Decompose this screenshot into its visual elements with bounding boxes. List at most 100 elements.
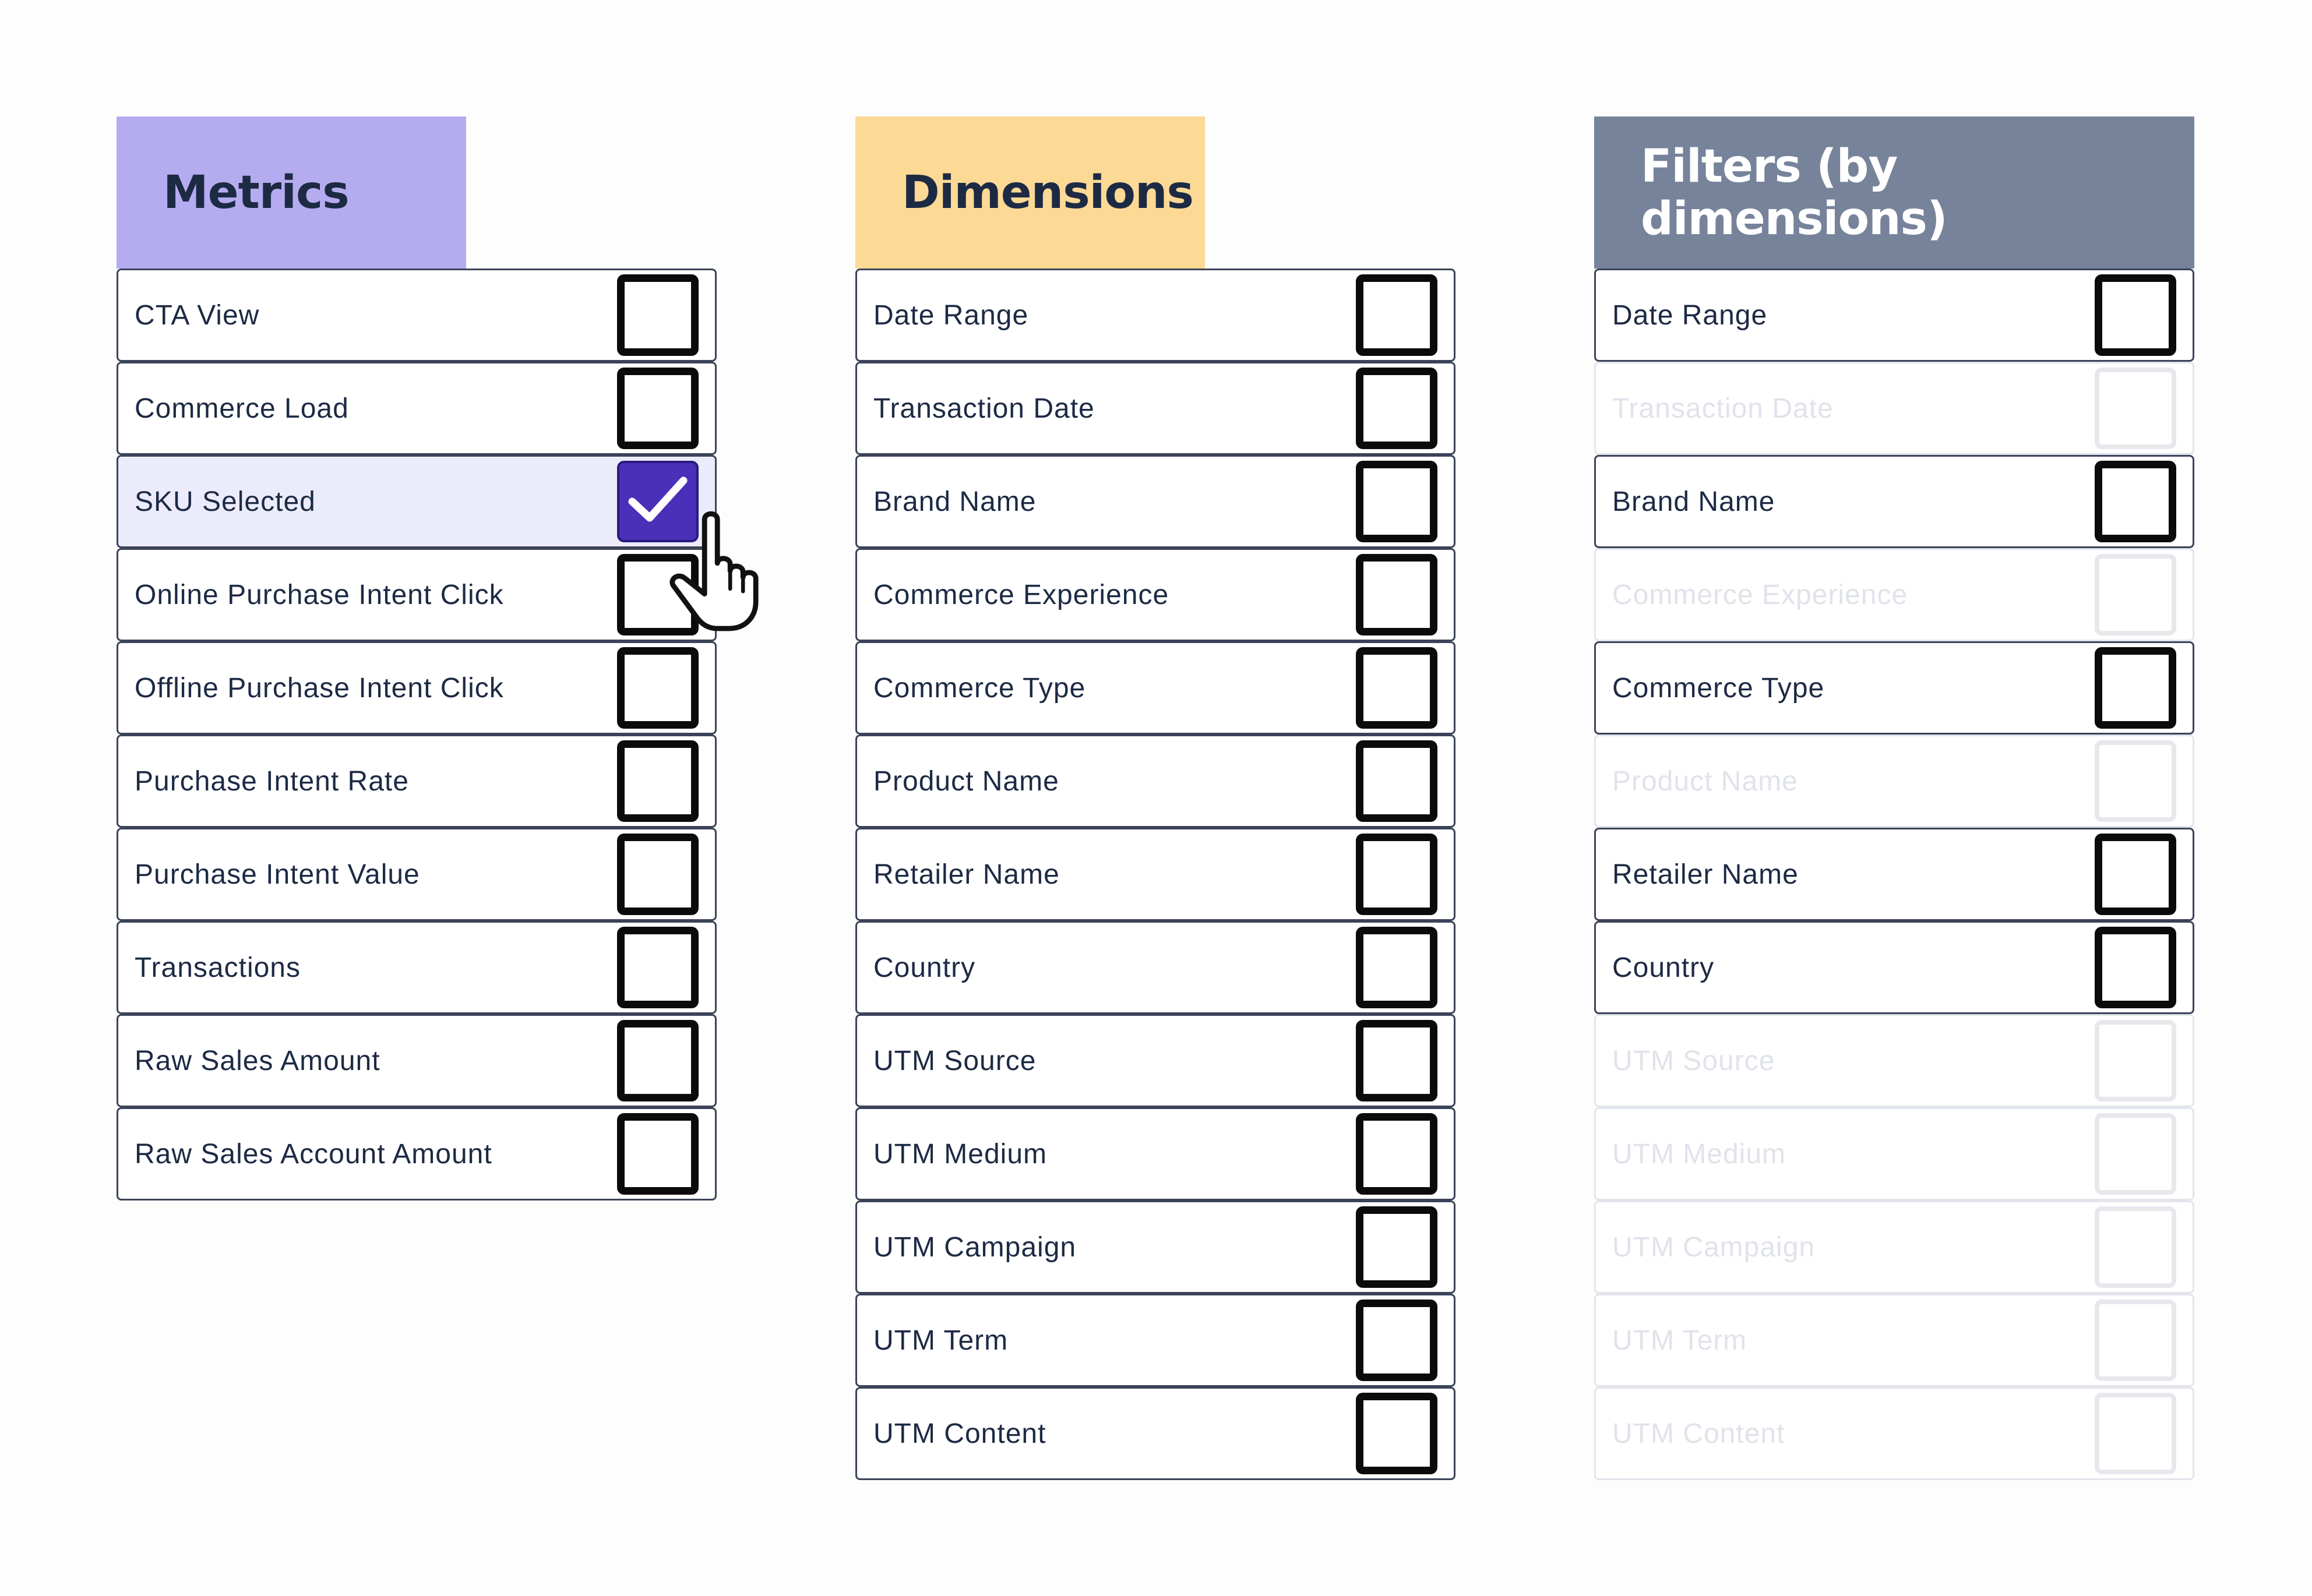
filters-row-label: UTM Source: [1612, 1045, 1775, 1076]
filters-row-country[interactable]: Country: [1594, 921, 2194, 1014]
metrics-row-label: Online Purchase Intent Click: [135, 579, 504, 610]
dimensions-row-utm-source[interactable]: UTM Source: [855, 1014, 1455, 1107]
metrics-checkbox[interactable]: [617, 740, 699, 822]
filters-header: Filters (by dimensions): [1594, 116, 2194, 269]
filters-row-label: UTM Campaign: [1612, 1231, 1816, 1263]
filters-checkbox[interactable]: [2095, 647, 2176, 729]
dimensions-row-transaction-date[interactable]: Transaction Date: [855, 362, 1455, 455]
filters-checkbox: [2095, 368, 2176, 449]
filters-row-label: Country: [1612, 952, 1715, 983]
dimensions-row-label: UTM Campaign: [873, 1231, 1077, 1263]
filters-row-commerce-experience: Commerce Experience: [1594, 548, 2194, 641]
metrics-row-label: Purchase Intent Rate: [135, 765, 409, 797]
metrics-row-purchase-intent-value[interactable]: Purchase Intent Value: [117, 828, 717, 921]
filters-row-label: Date Range: [1612, 299, 1768, 331]
metrics-row-label: SKU Selected: [135, 486, 316, 517]
dimensions-checkbox[interactable]: [1356, 1300, 1437, 1381]
dimensions-checkbox[interactable]: [1356, 740, 1437, 822]
dimensions-checkbox[interactable]: [1356, 554, 1437, 635]
filters-row-utm-source: UTM Source: [1594, 1014, 2194, 1107]
metrics-checkbox[interactable]: [617, 274, 699, 356]
metrics-panel: Metrics CTA View Commerce Load SKU Selecte…: [117, 116, 717, 1200]
dimensions-row-utm-campaign[interactable]: UTM Campaign: [855, 1200, 1455, 1294]
metrics-row-raw-sales-amount[interactable]: Raw Sales Amount: [117, 1014, 717, 1107]
filters-checkbox[interactable]: [2095, 461, 2176, 542]
metrics-checkbox[interactable]: [617, 834, 699, 915]
filters-row-label: Commerce Type: [1612, 672, 1825, 704]
dimensions-checkbox[interactable]: [1356, 647, 1437, 729]
metrics-row-raw-sales-account-amount[interactable]: Raw Sales Account Amount: [117, 1107, 717, 1200]
filters-checkbox[interactable]: [2095, 834, 2176, 915]
dimensions-panel: Dimensions Date Range Transaction Date Bra…: [855, 116, 1455, 1480]
dimensions-row-utm-medium[interactable]: UTM Medium: [855, 1107, 1455, 1200]
metrics-row-label: Raw Sales Amount: [135, 1045, 380, 1076]
filters-row-utm-content: UTM Content: [1594, 1387, 2194, 1480]
metrics-row-transactions[interactable]: Transactions: [117, 921, 717, 1014]
metrics-row-sku-selected[interactable]: SKU Selected: [117, 455, 717, 548]
filters-row-label: Brand Name: [1612, 486, 1775, 517]
filters-row-date-range[interactable]: Date Range: [1594, 269, 2194, 362]
dimensions-row-label: Commerce Type: [873, 672, 1086, 704]
filters-row-transaction-date: Transaction Date: [1594, 362, 2194, 455]
dimensions-checkbox[interactable]: [1356, 1113, 1437, 1195]
metrics-list: CTA View Commerce Load SKU Selected Online …: [117, 269, 717, 1200]
dimensions-checkbox[interactable]: [1356, 1393, 1437, 1474]
dimensions-checkbox[interactable]: [1356, 1020, 1437, 1101]
dimensions-row-label: UTM Medium: [873, 1138, 1048, 1170]
metrics-row-label: Raw Sales Account Amount: [135, 1138, 492, 1170]
filters-row-label: Transaction Date: [1612, 393, 1834, 424]
metrics-row-offline-purchase-intent-click[interactable]: Offline Purchase Intent Click: [117, 641, 717, 735]
dimensions-row-country[interactable]: Country: [855, 921, 1455, 1014]
metrics-row-cta-view[interactable]: CTA View: [117, 269, 717, 362]
metrics-checkbox[interactable]: [617, 1113, 699, 1195]
dimensions-row-utm-content[interactable]: UTM Content: [855, 1387, 1455, 1480]
dimensions-row-commerce-experience[interactable]: Commerce Experience: [855, 548, 1455, 641]
dimensions-row-retailer-name[interactable]: Retailer Name: [855, 828, 1455, 921]
dimensions-row-date-range[interactable]: Date Range: [855, 269, 1455, 362]
filters-checkbox[interactable]: [2095, 274, 2176, 356]
filters-row-retailer-name[interactable]: Retailer Name: [1594, 828, 2194, 921]
dimensions-row-label: UTM Content: [873, 1418, 1046, 1449]
dimensions-checkbox[interactable]: [1356, 368, 1437, 449]
dimensions-row-utm-term[interactable]: UTM Term: [855, 1294, 1455, 1387]
metrics-row-label: Commerce Load: [135, 393, 349, 424]
dimensions-row-label: Product Name: [873, 765, 1059, 797]
filters-row-commerce-type[interactable]: Commerce Type: [1594, 641, 2194, 735]
dimensions-row-brand-name[interactable]: Brand Name: [855, 455, 1455, 548]
filters-row-label: Product Name: [1612, 765, 1798, 797]
dimensions-checkbox[interactable]: [1356, 834, 1437, 915]
dimensions-row-label: UTM Term: [873, 1325, 1009, 1356]
dimensions-checkbox[interactable]: [1356, 1206, 1437, 1288]
metrics-row-label: Purchase Intent Value: [135, 859, 420, 890]
filters-row-brand-name[interactable]: Brand Name: [1594, 455, 2194, 548]
dimensions-row-label: Commerce Experience: [873, 579, 1169, 610]
dimensions-checkbox[interactable]: [1356, 274, 1437, 356]
dimensions-row-label: Country: [873, 952, 976, 983]
metrics-checkbox[interactable]: [617, 647, 699, 729]
dimensions-list: Date Range Transaction Date Brand Name Comm…: [855, 269, 1455, 1480]
metrics-row-label: CTA View: [135, 299, 260, 331]
filters-checkbox: [2095, 1393, 2176, 1474]
dimensions-row-product-name[interactable]: Product Name: [855, 735, 1455, 828]
metrics-row-purchase-intent-rate[interactable]: Purchase Intent Rate: [117, 735, 717, 828]
dimensions-checkbox[interactable]: [1356, 461, 1437, 542]
metrics-checkbox[interactable]: [617, 927, 699, 1008]
filters-panel: Filters (by dimensions) Date Range Transa…: [1594, 116, 2194, 1480]
filters-checkbox[interactable]: [2095, 927, 2176, 1008]
filters-row-utm-term: UTM Term: [1594, 1294, 2194, 1387]
filters-checkbox: [2095, 1300, 2176, 1381]
dimensions-checkbox[interactable]: [1356, 927, 1437, 1008]
metrics-header: Metrics: [117, 116, 466, 269]
filters-row-label: UTM Medium: [1612, 1138, 1786, 1170]
filters-checkbox: [2095, 1206, 2176, 1288]
metrics-row-label: Transactions: [135, 952, 301, 983]
dimensions-row-label: Transaction Date: [873, 393, 1095, 424]
metrics-checkbox[interactable]: [617, 368, 699, 449]
metrics-checkbox[interactable]: [617, 1020, 699, 1101]
filters-list: Date Range Transaction Date Brand Name Comm…: [1594, 269, 2194, 1480]
dimensions-row-label: UTM Source: [873, 1045, 1037, 1076]
dimensions-header: Dimensions: [855, 116, 1205, 269]
metrics-row-commerce-load[interactable]: Commerce Load: [117, 362, 717, 455]
dimensions-row-commerce-type[interactable]: Commerce Type: [855, 641, 1455, 735]
metrics-row-online-purchase-intent-click[interactable]: Online Purchase Intent Click: [117, 548, 717, 641]
